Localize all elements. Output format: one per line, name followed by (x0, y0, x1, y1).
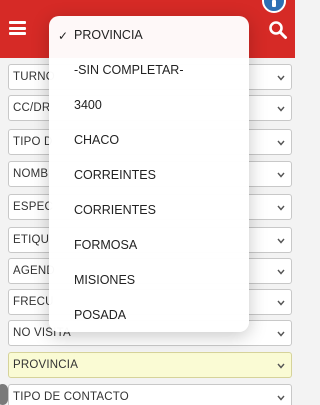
chevron-down-icon (277, 172, 285, 178)
field-label: TIPO DE CONTACTO (13, 391, 129, 403)
dropdown-option[interactable]: CORRIENTES (49, 195, 249, 225)
option-label: MISIONES (74, 273, 136, 287)
option-label: FORMOSA (74, 238, 138, 252)
field-label: ETIQU (13, 234, 50, 246)
dropdown-option[interactable]: MISIONES (49, 265, 249, 295)
chevron-down-icon (277, 75, 285, 81)
dropdown-option[interactable]: -SIN COMPLETAR- (49, 55, 249, 85)
field-label: CC/DR (13, 102, 51, 114)
option-label: CORREINTES (74, 168, 156, 182)
option-label: CORRIENTES (74, 203, 156, 217)
option-label: CHACO (74, 133, 120, 147)
field-label: TIPO D (13, 136, 53, 148)
menu-icon[interactable] (9, 21, 26, 35)
dropdown-option[interactable]: CORREINTES (49, 160, 249, 190)
field-label: PROVINCIA (13, 359, 79, 371)
info-icon[interactable] (262, 0, 286, 13)
option-label: 3400 (74, 98, 102, 112)
chevron-down-icon (277, 106, 285, 112)
field-label: FRECU (13, 296, 54, 308)
field-provincia[interactable]: PROVINCIA (8, 352, 292, 378)
field-tipo-de-contacto[interactable]: TIPO DE CONTACTO (8, 384, 292, 405)
chevron-down-icon (277, 140, 285, 146)
option-label: PROVINCIA (74, 28, 143, 42)
dropdown-option[interactable]: POSADA (49, 300, 249, 330)
chevron-down-icon (277, 395, 285, 401)
search-icon[interactable] (268, 20, 288, 40)
chevron-down-icon (277, 269, 285, 275)
dropdown-option[interactable]: FORMOSA (49, 230, 249, 260)
dropdown-option[interactable]: CHACO (49, 125, 249, 155)
scrollbar-thumb[interactable] (0, 384, 8, 405)
check-icon: ✓ (58, 29, 69, 43)
chevron-down-icon (277, 300, 285, 306)
chevron-down-icon (277, 363, 285, 369)
chevron-down-icon (277, 205, 285, 211)
option-label: -SIN COMPLETAR- (74, 63, 184, 77)
dropdown-option[interactable]: ✓ PROVINCIA (49, 20, 249, 50)
field-label: NOMB (13, 168, 49, 180)
field-label: ESPEC (13, 201, 53, 213)
option-label: POSADA (74, 308, 127, 322)
chevron-down-icon (277, 331, 285, 337)
chevron-down-icon (277, 238, 285, 244)
dropdown-option[interactable]: 3400 (49, 90, 249, 120)
provincia-dropdown: ✓ PROVINCIA -SIN COMPLETAR- 3400 CHACO C… (49, 16, 249, 332)
